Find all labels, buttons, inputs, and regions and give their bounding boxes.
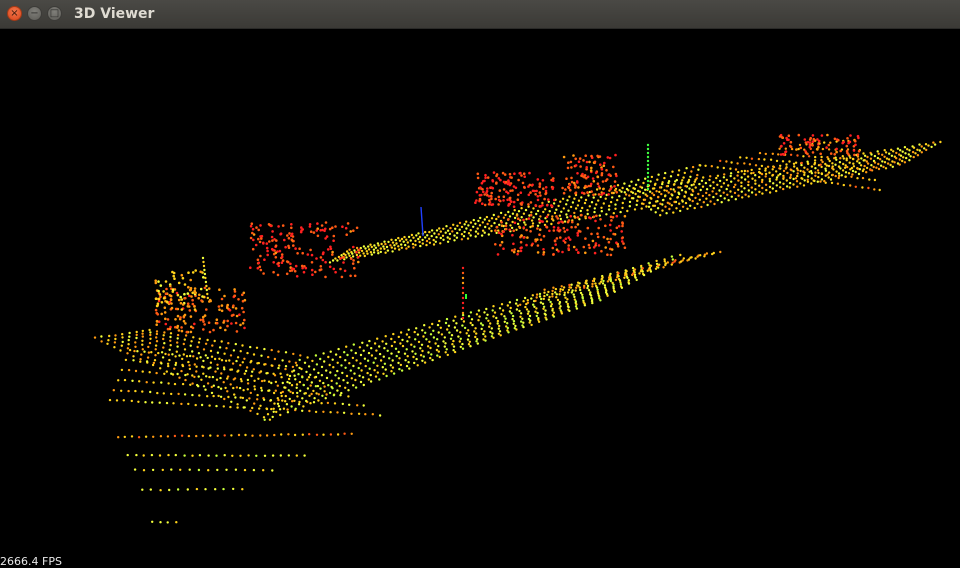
point-cloud bbox=[93, 133, 942, 524]
3d-viewport[interactable] bbox=[0, 29, 960, 568]
maximize-icon[interactable]: □ bbox=[47, 6, 62, 21]
fps-counter: 2666.4 FPS bbox=[0, 555, 62, 568]
z-axis-marker bbox=[420, 206, 424, 237]
title-bar[interactable]: × − □ 3D Viewer bbox=[0, 0, 960, 29]
window-title: 3D Viewer bbox=[74, 6, 155, 22]
close-icon[interactable]: × bbox=[7, 6, 22, 21]
minimize-icon[interactable]: − bbox=[27, 6, 42, 21]
